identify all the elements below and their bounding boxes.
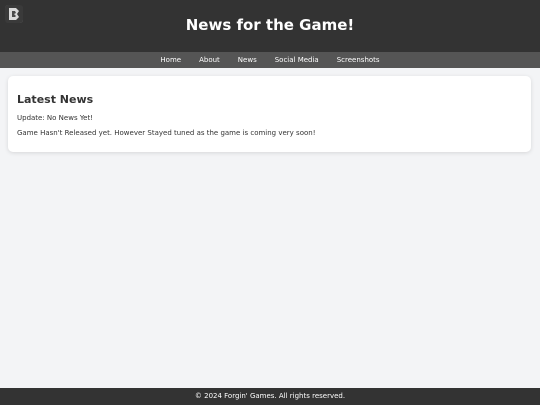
footer-copyright: © 2024 Forgin' Games. All rights reserve…	[194, 392, 346, 400]
nav-item-screenshots[interactable]: Screenshots	[328, 52, 389, 68]
site-header: News for the Game!	[0, 0, 540, 52]
main-nav: Home About News Social Media Screenshots	[0, 52, 540, 68]
page-title: News for the Game!	[185, 16, 355, 34]
nav-item-about[interactable]: About	[190, 52, 229, 68]
nav-item-news[interactable]: News	[229, 52, 266, 68]
news-section-title: Latest News	[17, 93, 94, 106]
nav-item-social-media[interactable]: Social Media	[266, 52, 328, 68]
site-footer: © 2024 Forgin' Games. All rights reserve…	[0, 388, 540, 405]
nav-item-home[interactable]: Home	[151, 52, 190, 68]
news-update-text: Update: No News Yet!	[17, 114, 94, 122]
latest-news-card: Latest News Update: No News Yet! Game Ha…	[8, 76, 531, 152]
news-body-text: Game Hasn't Released yet. However Stayed…	[17, 129, 316, 137]
